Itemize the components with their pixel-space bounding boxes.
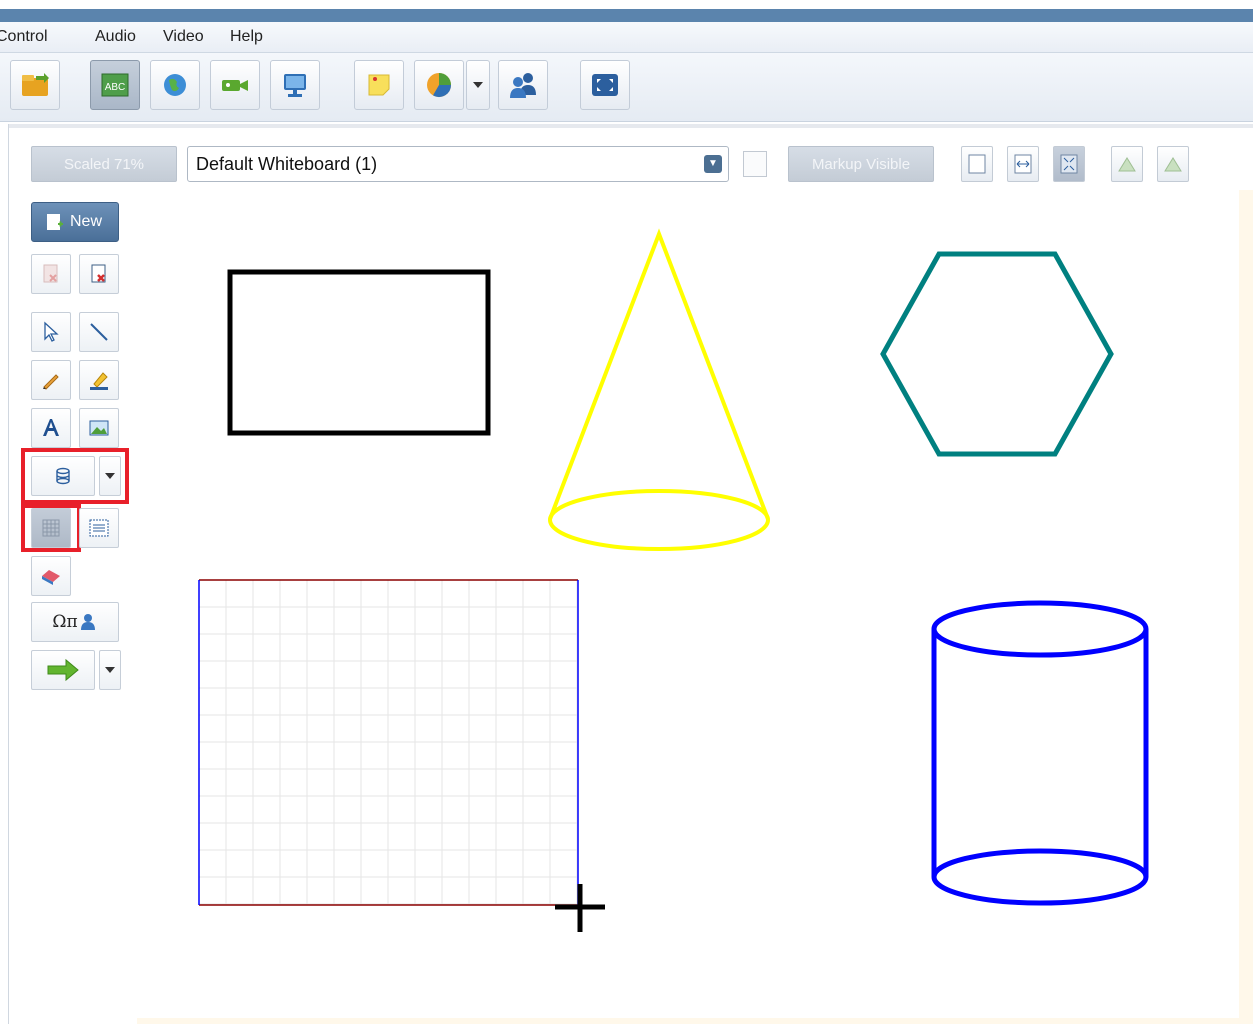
poll-chart-icon (427, 73, 451, 98)
whiteboard-icon: ABC (101, 73, 129, 97)
screen-share-button[interactable] (270, 60, 320, 110)
menu-audio[interactable]: Audio (95, 28, 136, 46)
notes-icon (368, 74, 390, 96)
participants-icon (510, 73, 536, 98)
video-camera-icon (222, 80, 248, 91)
poll-button[interactable] (414, 60, 464, 110)
grid-shape[interactable] (198, 579, 579, 906)
whiteboard-button[interactable]: ABC (90, 60, 140, 110)
notes-button[interactable] (354, 60, 404, 110)
menu-bar: Control Audio Video Help (0, 22, 1253, 53)
menu-help[interactable]: Help (230, 28, 263, 46)
open-folder-button[interactable] (10, 60, 60, 110)
fullscreen-icon (592, 74, 618, 96)
folder-icon (22, 73, 49, 96)
participants-button[interactable] (498, 60, 548, 110)
main-toolbar: ABC (0, 53, 1253, 122)
menu-video[interactable]: Video (163, 28, 204, 46)
fullscreen-button[interactable] (580, 60, 630, 110)
web-browser-button[interactable] (150, 60, 200, 110)
title-bar (0, 0, 1253, 22)
whiteboard-panel: Scaled 71% Default Whiteboard (1) ▼ Mark… (8, 124, 1253, 1024)
whiteboard-icon-label: ABC (105, 82, 126, 93)
screen-share-icon (284, 74, 306, 97)
whiteboard-canvas[interactable] (9, 124, 1253, 1024)
video-button[interactable] (210, 60, 260, 110)
cylinder-shape[interactable] (931, 600, 1149, 906)
title-band (0, 9, 1253, 22)
poll-dropdown-button[interactable] (466, 60, 490, 110)
rectangle-shape[interactable] (227, 269, 491, 436)
hexagon-shape[interactable] (880, 251, 1114, 457)
cone-shape[interactable] (548, 228, 770, 551)
dropdown-arrow-icon (473, 82, 483, 88)
web-browser-icon (164, 74, 186, 96)
menu-control[interactable]: Control (0, 28, 48, 46)
